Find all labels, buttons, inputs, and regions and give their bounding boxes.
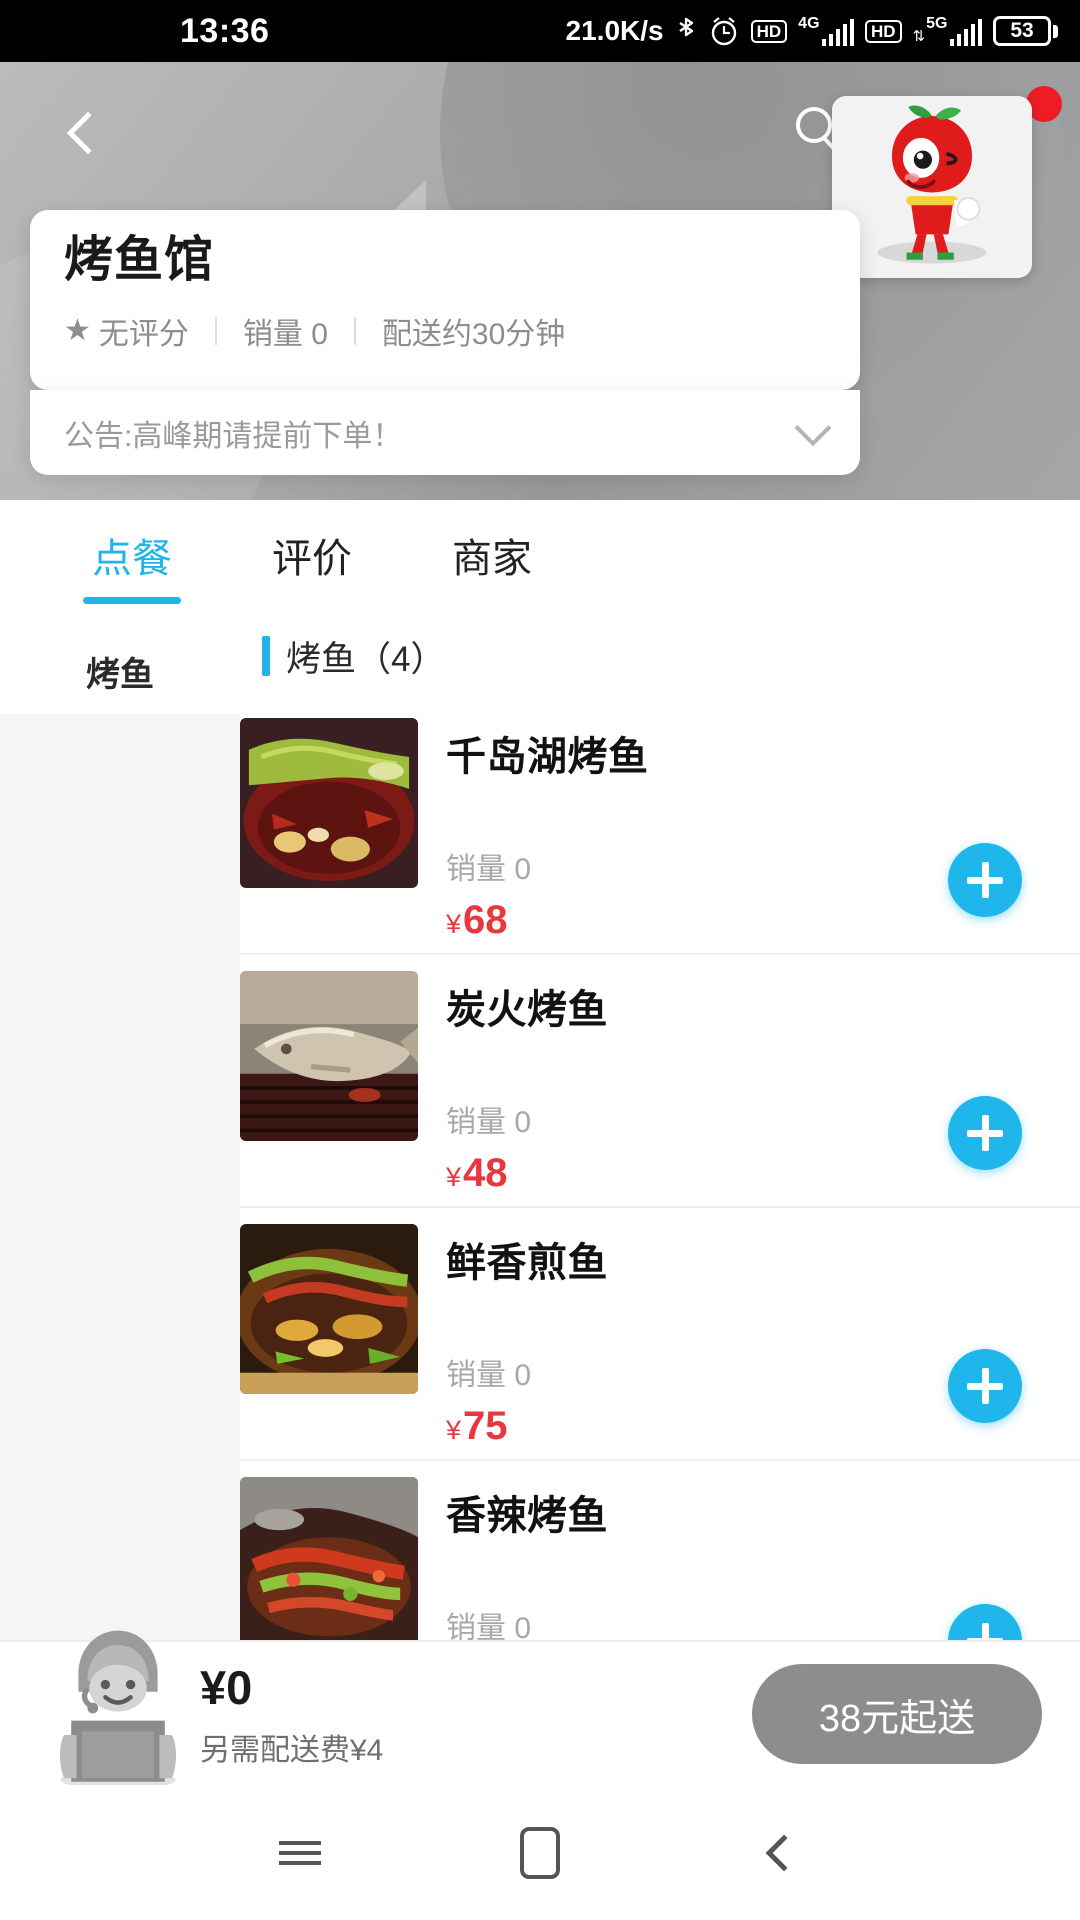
tab-order[interactable]: 点餐: [42, 500, 222, 610]
app-screen: 13:36 21.0K/s HD 4G HD ⇅ 5G 53 烤鱼馆 ★ 无评分…: [0, 0, 1080, 1920]
battery-icon: 53: [993, 16, 1058, 46]
alarm-icon: [708, 15, 740, 47]
dish-name: 鲜香煎鱼: [446, 1241, 608, 1285]
menu-icon[interactable]: [255, 1808, 345, 1898]
section-header: 烤鱼（4）: [240, 610, 1080, 702]
shop-rating: 无评分: [98, 318, 189, 351]
tab-bar: 点餐 评价 商家: [0, 500, 1080, 610]
back-arrow-icon: [66, 111, 110, 155]
signal-2: ⇅ 5G: [913, 16, 982, 46]
add-to-cart-button[interactable]: [948, 1096, 1022, 1170]
price-value: 68: [463, 898, 508, 942]
signal-bars-1: [821, 19, 855, 46]
shop-logo: [832, 96, 1032, 278]
cart-delivery-fee: 另需配送费¥4: [200, 1734, 384, 1767]
category-sidebar: 烤鱼: [0, 610, 240, 1685]
home-icon[interactable]: [495, 1808, 585, 1898]
category-empty-fill: [0, 714, 240, 1685]
status-icons: 21.0K/s HD 4G HD ⇅ 5G 53: [566, 15, 1058, 47]
dish-thumbnail[interactable]: [240, 971, 418, 1141]
dish-list: 烤鱼（4） 千岛湖烤鱼 销量 0 ¥ 68 炭火烤鱼 销量 0 ¥ 48 鲜香煎…: [240, 610, 1080, 1685]
back-icon[interactable]: [735, 1808, 825, 1898]
price-value: 75: [463, 1404, 508, 1448]
dish-row[interactable]: 鲜香煎鱼 销量 0 ¥ 75: [240, 1208, 1080, 1461]
category-list: 烤鱼: [0, 610, 240, 714]
spicy-grilled-fish-photo: [240, 1477, 418, 1647]
cart-bar: ¥0 另需配送费¥4 38元起送: [0, 1630, 1080, 1789]
place-order-button[interactable]: 38元起送: [752, 1664, 1042, 1764]
dish-name: 炭火烤鱼: [446, 988, 608, 1032]
network-gen-2: 5G: [926, 15, 948, 32]
section-title: 烤鱼（4）: [286, 639, 446, 679]
shop-delivery-time: 配送约30分钟: [381, 318, 566, 351]
cart-total: ¥0: [200, 1661, 253, 1714]
status-time: 13:36: [180, 11, 270, 50]
dish-name: 香辣烤鱼: [446, 1494, 608, 1538]
back-button[interactable]: [48, 98, 118, 168]
delivery-rider-icon: [59, 1630, 177, 1789]
shop-notice-row[interactable]: 公告:高峰期请提前下单！: [30, 390, 860, 475]
shop-info-card[interactable]: 烤鱼馆 ★ 无评分 销量 0 配送约30分钟: [30, 210, 860, 390]
cart-rider-icon[interactable]: [28, 1609, 208, 1789]
tab-merchant[interactable]: 商家: [402, 500, 582, 610]
add-to-cart-button[interactable]: [948, 843, 1022, 917]
meta-divider: [353, 317, 356, 345]
network-speed: 21.0K/s: [565, 15, 664, 46]
dish-thumbnail[interactable]: [240, 718, 418, 888]
price-value: 48: [463, 1151, 508, 1195]
order-button-label: 38元起送: [818, 1697, 976, 1740]
section-accent-bar: [262, 636, 270, 676]
signal-1: 4G: [798, 15, 855, 46]
shop-name: 烤鱼馆: [64, 233, 215, 287]
pan-fried-fish-photo: [240, 1224, 418, 1394]
network-gen-1: 4G: [798, 15, 820, 32]
cart-summary: ¥0 另需配送费¥4: [200, 1664, 383, 1769]
currency-symbol: ¥: [446, 1415, 462, 1445]
sidebar-item-grilled-fish[interactable]: 烤鱼: [0, 628, 240, 714]
dish-thumbnail[interactable]: [240, 1477, 418, 1647]
status-bar: 13:36 21.0K/s HD 4G HD ⇅ 5G 53: [0, 0, 1080, 62]
menu-content: 烤鱼 烤鱼（4） 千岛湖烤鱼 销量 0 ¥ 68 炭火烤鱼 销量 0 ¥ 48 …: [0, 610, 1080, 1685]
signal-bars-2: [949, 19, 982, 46]
meta-divider: [214, 317, 217, 345]
dish-row[interactable]: 炭火烤鱼 销量 0 ¥ 48: [240, 955, 1080, 1208]
shop-notice: 公告:高峰期请提前下单！: [64, 419, 403, 453]
dish-row[interactable]: 千岛湖烤鱼 销量 0 ¥ 68: [240, 702, 1080, 955]
dish-name: 千岛湖烤鱼: [446, 735, 649, 779]
system-nav-bar: [0, 1785, 1080, 1920]
grilled-fish-chili-photo: [240, 718, 418, 888]
dish-thumbnail[interactable]: [240, 1224, 418, 1394]
charcoal-grilled-fish-photo: [240, 971, 418, 1141]
currency-symbol: ¥: [446, 1162, 462, 1192]
shop-sales: 销量 0: [242, 318, 328, 351]
tomato-mascot-logo: [877, 105, 987, 264]
bluetooth-icon: [675, 15, 697, 47]
hd-label-1: HD: [750, 19, 788, 43]
data-transfer-icon: ⇅: [912, 28, 926, 45]
currency-symbol: ¥: [446, 909, 462, 939]
shop-meta: ★ 无评分 销量 0 配送约30分钟: [64, 309, 826, 353]
tab-reviews[interactable]: 评价: [222, 500, 402, 610]
chevron-down-icon[interactable]: [794, 409, 832, 446]
star-filled-icon: ★: [64, 314, 91, 347]
hd-label-2: HD: [865, 19, 902, 43]
battery-level: 53: [1010, 19, 1034, 42]
add-to-cart-button[interactable]: [948, 1349, 1022, 1423]
